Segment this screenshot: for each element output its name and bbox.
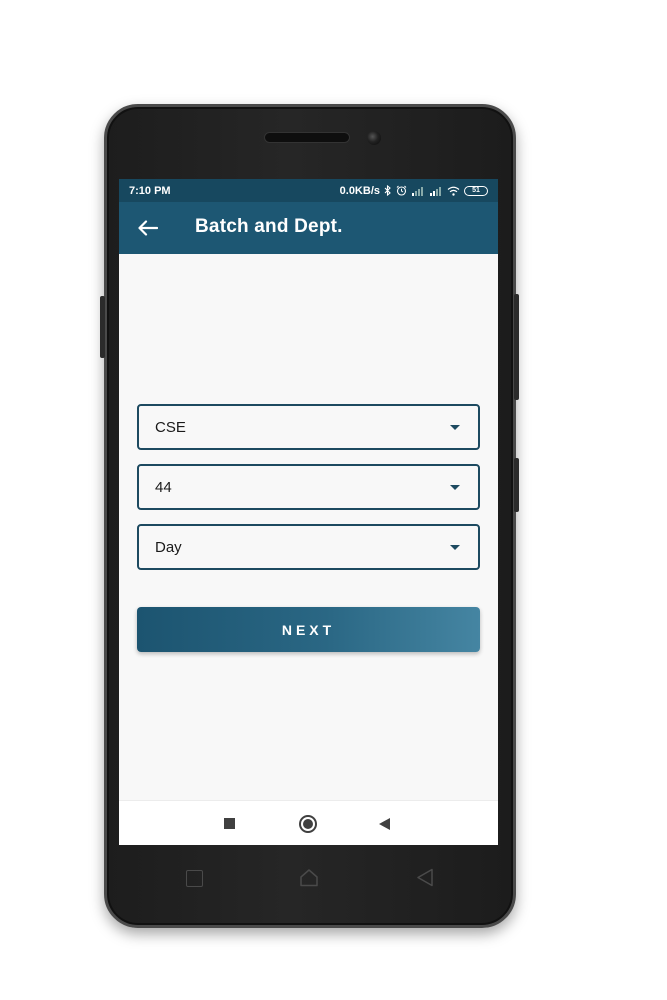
bluetooth-icon <box>384 185 392 196</box>
phone-screen: 7:10 PM 0.0KB/s 51 Batch and Dept. CSE 4… <box>119 179 498 845</box>
page-title: Batch and Dept. <box>195 216 343 237</box>
arrow-left-icon <box>138 220 158 236</box>
home-icon[interactable] <box>299 815 317 833</box>
caret-down-icon <box>450 484 460 490</box>
batch-dropdown[interactable]: 44 <box>137 464 480 510</box>
battery-icon: 51 <box>464 185 488 196</box>
shift-value: Day <box>155 538 182 556</box>
wifi-icon <box>447 186 460 196</box>
phone-side-button <box>100 296 105 358</box>
power-button <box>514 458 519 512</box>
next-button[interactable]: NEXT <box>137 607 480 652</box>
status-icons: 0.0KB/s 51 <box>340 185 488 197</box>
shift-dropdown[interactable]: Day <box>137 524 480 570</box>
hardware-recents-icon <box>186 870 203 887</box>
caret-down-icon <box>450 424 460 430</box>
front-camera <box>367 131 381 145</box>
battery-level: 51 <box>472 187 480 194</box>
signal-icon <box>429 186 443 196</box>
app-bar: Batch and Dept. <box>119 202 498 254</box>
signal-icon <box>411 186 425 196</box>
hardware-home-icon <box>300 869 318 887</box>
department-dropdown[interactable]: CSE <box>137 404 480 450</box>
hardware-back-icon <box>417 868 433 887</box>
department-value: CSE <box>155 418 186 436</box>
status-bar: 7:10 PM 0.0KB/s 51 <box>119 179 498 202</box>
alarm-icon <box>396 185 407 196</box>
system-nav-bar <box>119 800 498 845</box>
caret-down-icon <box>450 544 460 550</box>
earpiece-speaker <box>264 132 350 143</box>
back-button[interactable] <box>135 215 161 241</box>
recents-icon[interactable] <box>224 818 235 829</box>
volume-button <box>514 294 519 400</box>
network-speed: 0.0KB/s <box>339 184 380 197</box>
batch-value: 44 <box>155 478 172 496</box>
nav-back-icon[interactable] <box>379 818 390 830</box>
status-time: 7:10 PM <box>129 184 171 197</box>
